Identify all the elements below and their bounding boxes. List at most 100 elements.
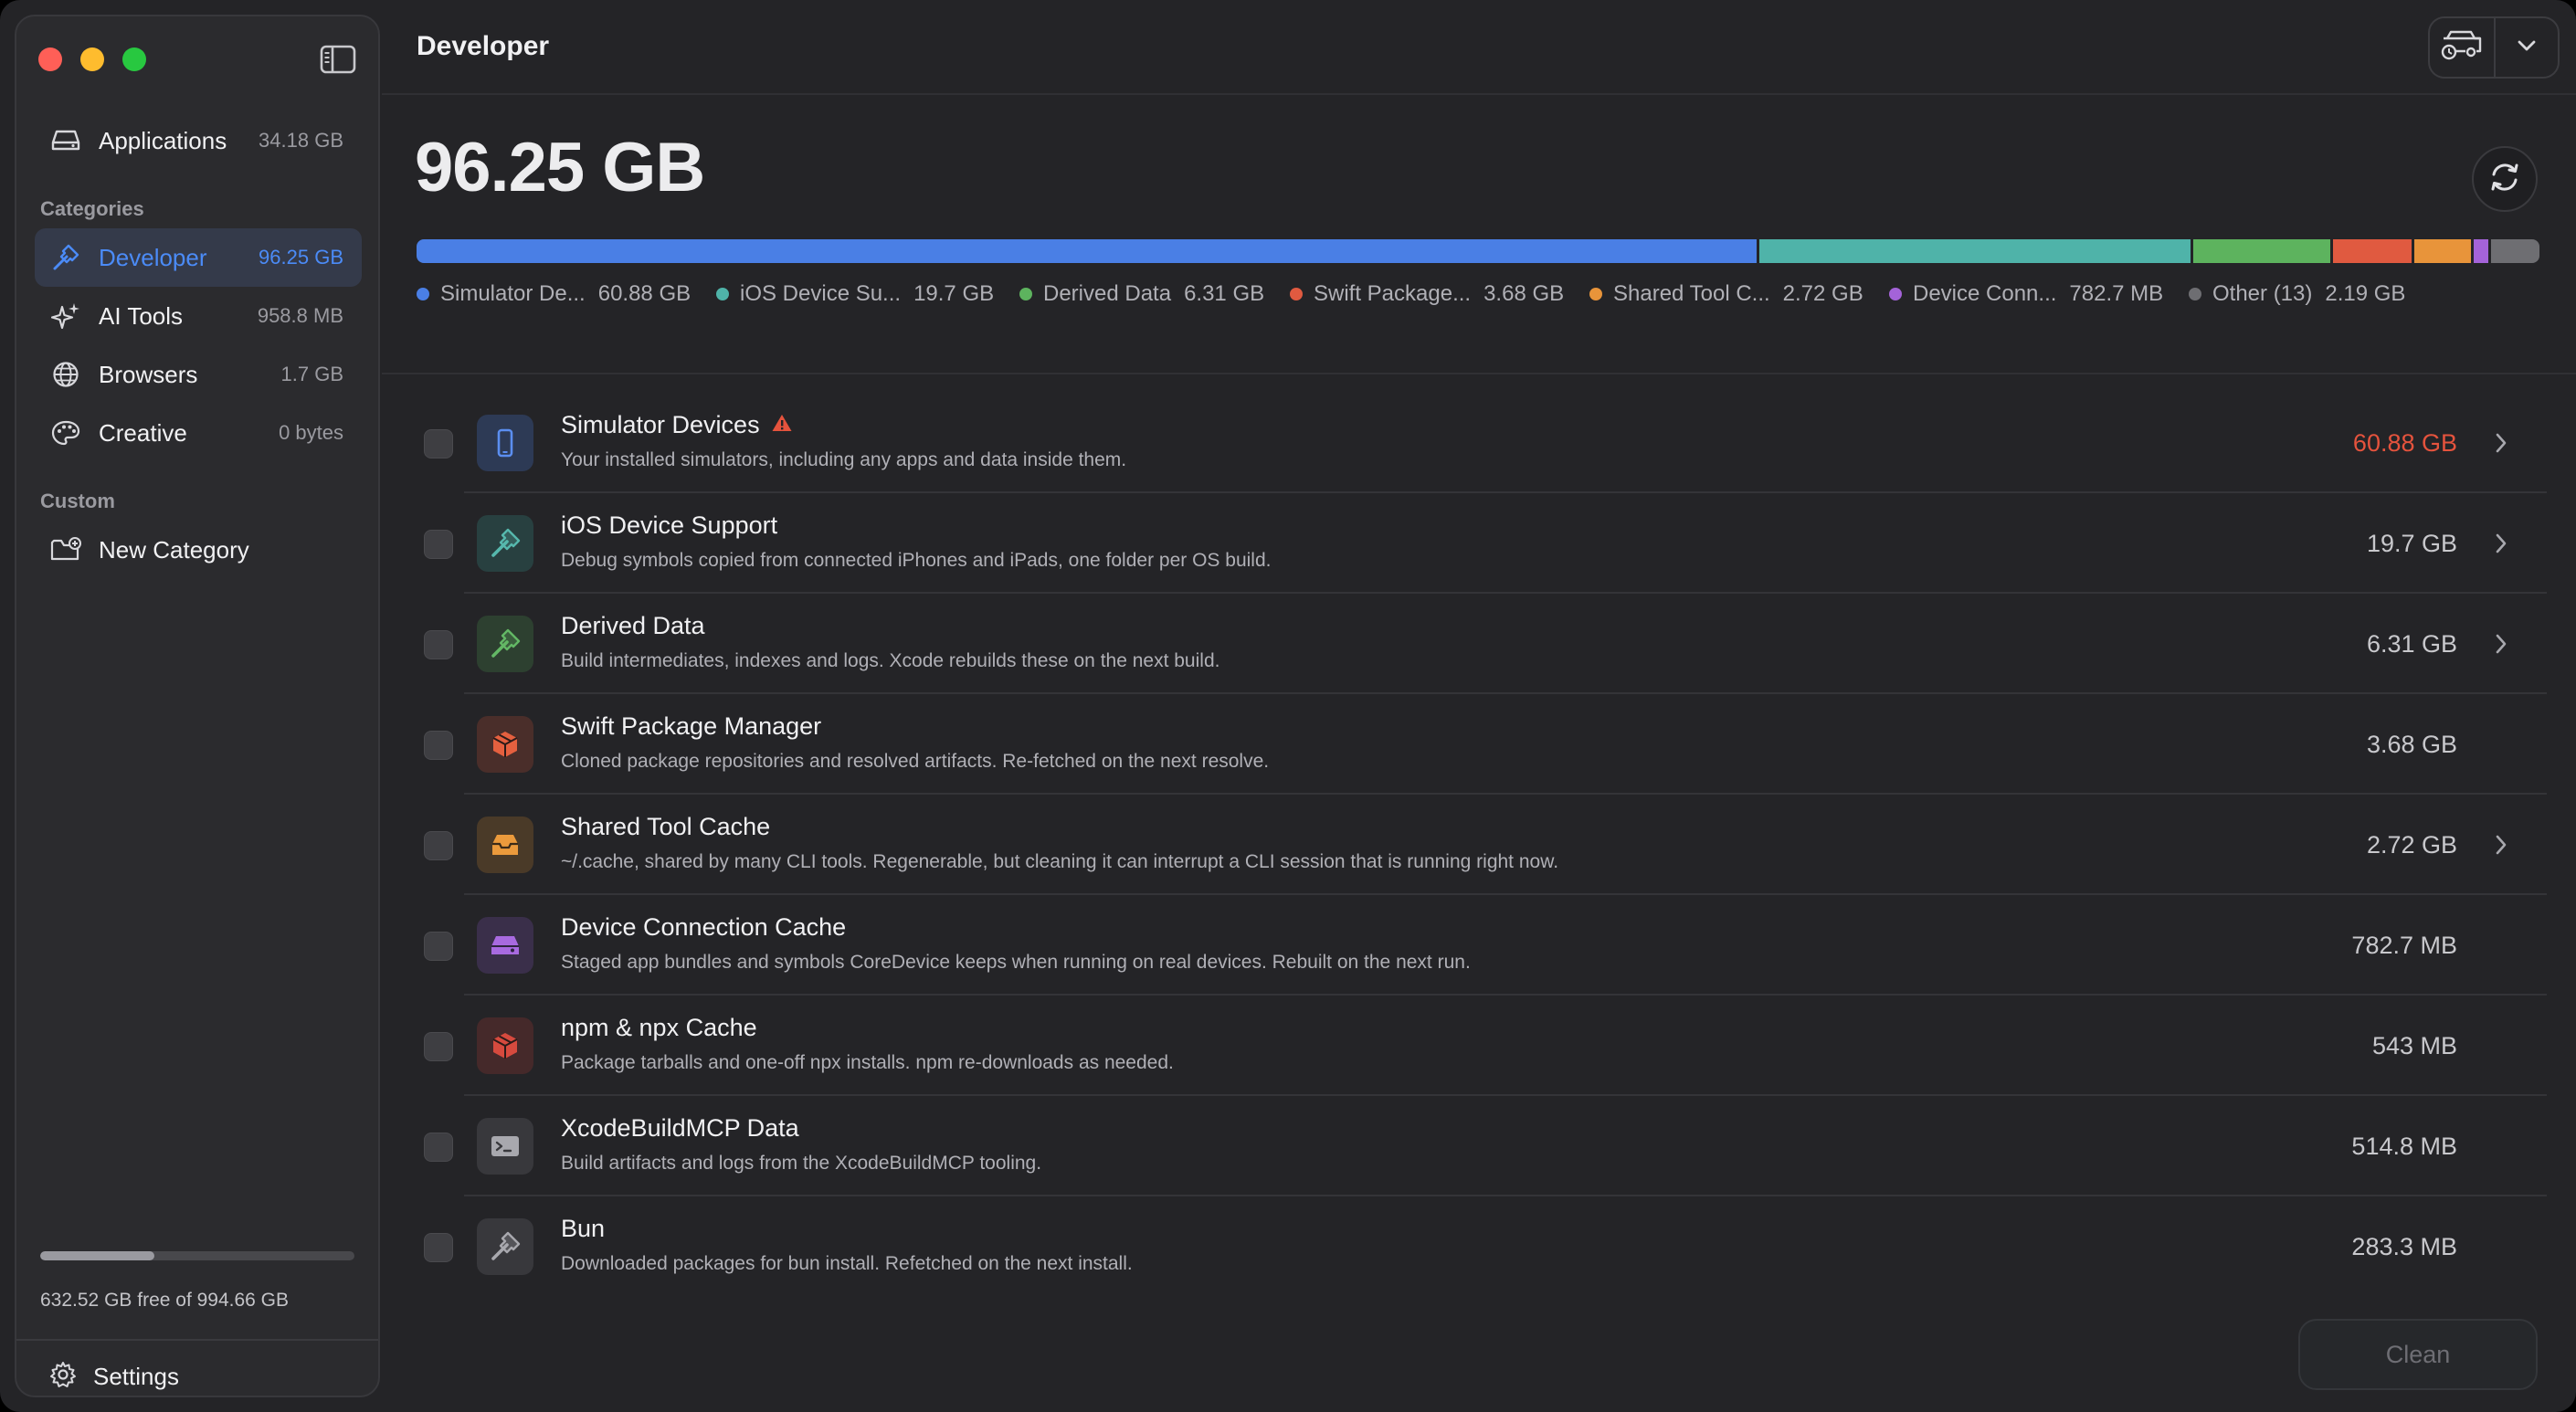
zoom-window-button[interactable]	[122, 47, 146, 71]
legend-value: 782.7 MB	[2069, 281, 2164, 306]
package-icon	[477, 716, 533, 773]
item-size: 514.8 MB	[2351, 1133, 2457, 1160]
legend-name: Derived Data	[1043, 281, 1172, 306]
item-checkbox[interactable]	[424, 530, 453, 559]
page-title: Developer	[417, 31, 550, 61]
item-title: Simulator Devices	[561, 411, 793, 439]
breakdown-segment	[2413, 239, 2475, 263]
sidebar-item-label: AI Tools	[99, 301, 184, 330]
item-description: Your installed simulators, including any…	[561, 449, 1127, 470]
item-title-text: Shared Tool Cache	[561, 813, 771, 840]
legend-name: Device Conn...	[1913, 281, 2057, 306]
chevron-right-icon[interactable]	[2492, 528, 2510, 559]
legend-item: Other (13) 2.19 GB	[2189, 281, 2405, 307]
item-checkbox[interactable]	[424, 1133, 453, 1162]
legend-color-dot	[417, 288, 429, 300]
legend-name: Swift Package...	[1314, 281, 1472, 306]
legend-name: Simulator De...	[440, 281, 586, 306]
item-size: 6.31 GB	[2366, 630, 2457, 658]
settings-button[interactable]: Settings	[49, 1361, 179, 1393]
list-item[interactable]: Derived Data Build intermediates, indexes…	[409, 594, 2547, 694]
breakdown-segment	[1758, 239, 2194, 263]
sidebar-item-applications[interactable]: Applications 34.18 GB	[35, 111, 362, 170]
item-size: 19.7 GB	[2366, 530, 2457, 557]
sidebar-item-ai-tools[interactable]: AI Tools 958.8 MB	[35, 287, 362, 345]
disk-usage-bar	[40, 1251, 354, 1260]
hammer-icon	[477, 1218, 533, 1275]
item-description: Downloaded packages for bun install. Ref…	[561, 1253, 1133, 1274]
categories-section-label: Categories	[40, 197, 144, 220]
toolbar-segmented-control	[2428, 16, 2560, 79]
hammer-icon	[49, 241, 82, 274]
item-description: ~/.cache, shared by many CLI tools. Rege…	[561, 851, 1559, 872]
chevron-right-icon[interactable]	[2492, 628, 2510, 659]
disk-usage-fill	[40, 1251, 155, 1260]
refresh-button[interactable]	[2472, 146, 2538, 212]
sidebar: Applications 34.18 GB Categories Develop…	[15, 15, 380, 1397]
list-item[interactable]: iOS Device Support Debug symbols copied f…	[409, 493, 2547, 594]
close-window-button[interactable]	[38, 47, 62, 71]
item-description: Debug symbols copied from connected iPho…	[561, 550, 1272, 571]
tray-icon	[477, 817, 533, 873]
sidebar-item-size: 96.25 GB	[259, 246, 343, 269]
item-title-text: Device Connection Cache	[561, 913, 847, 941]
legend-item: iOS Device Su... 19.7 GB	[716, 281, 994, 307]
item-description: Build intermediates, indexes and logs. X…	[561, 650, 1220, 671]
legend-color-dot	[1589, 288, 1602, 300]
item-description: Staged app bundles and symbols CoreDevic…	[561, 952, 1471, 973]
drive-icon	[477, 917, 533, 974]
mode-menu-button[interactable]	[2496, 18, 2558, 77]
minimize-window-button[interactable]	[80, 47, 104, 71]
gear-icon	[49, 1361, 77, 1393]
iphone-icon	[477, 415, 533, 471]
legend-color-dot	[1889, 288, 1902, 300]
sidebar-toggle-icon[interactable]	[320, 44, 356, 75]
item-title: Derived Data	[561, 612, 705, 640]
item-checkbox[interactable]	[424, 630, 453, 659]
list-item[interactable]: Device Connection Cache Staged app bundle…	[409, 895, 2547, 996]
breakdown-segment	[2193, 239, 2333, 263]
main-content: Developer 96.25 GB Simulator De... 60.88 …	[382, 0, 2576, 1412]
list-item[interactable]: Simulator Devices Your installed simulato…	[409, 393, 2547, 493]
legend-value: 60.88 GB	[597, 281, 692, 306]
item-title-text: iOS Device Support	[561, 511, 778, 539]
chevron-right-icon[interactable]	[2492, 427, 2510, 458]
item-title: Swift Package Manager	[561, 712, 821, 741]
item-checkbox[interactable]	[424, 1233, 453, 1262]
clean-button[interactable]: Clean	[2298, 1319, 2538, 1390]
sparkles-icon	[49, 300, 82, 332]
sidebar-item-label: Applications	[99, 126, 227, 154]
chevron-right-icon[interactable]	[2492, 829, 2510, 860]
breakdown-segment	[417, 239, 1759, 263]
legend-item: Simulator De... 60.88 GB	[417, 281, 691, 307]
item-checkbox[interactable]	[424, 932, 453, 961]
item-checkbox[interactable]	[424, 831, 453, 860]
item-description: Build artifacts and logs from the XcodeB…	[561, 1153, 1042, 1174]
sidebar-item-developer[interactable]: Developer 96.25 GB	[35, 228, 362, 287]
terminal-icon	[477, 1118, 533, 1175]
legend-name: Shared Tool C...	[1613, 281, 1770, 306]
sidebar-item-size: 1.7 GB	[280, 363, 343, 385]
list-item[interactable]: npm & npx Cache Package tarballs and one-…	[409, 996, 2547, 1096]
disk-free-text: 632.52 GB free of 994.66 GB	[40, 1290, 290, 1311]
item-checkbox[interactable]	[424, 731, 453, 760]
item-checkbox[interactable]	[424, 429, 453, 458]
list-item[interactable]: Shared Tool Cache ~/.cache, shared by man…	[409, 795, 2547, 895]
warning-icon	[771, 411, 793, 439]
folder-plus-icon	[49, 533, 82, 566]
hard-drive-icon	[49, 124, 82, 157]
legend-name: iOS Device Su...	[740, 281, 902, 306]
legend-item: Shared Tool C... 2.72 GB	[1589, 281, 1863, 307]
item-checkbox[interactable]	[424, 1032, 453, 1061]
item-size: 2.72 GB	[2366, 831, 2457, 859]
sidebar-item-browsers[interactable]: Browsers 1.7 GB	[35, 345, 362, 404]
sidebar-item-creative[interactable]: Creative 0 bytes	[35, 404, 362, 462]
list-item[interactable]: XcodeBuildMCP Data Build artifacts and lo…	[409, 1096, 2547, 1196]
item-size: 3.68 GB	[2366, 731, 2457, 758]
cleanup-mode-button[interactable]	[2430, 18, 2496, 77]
list-item[interactable]: Swift Package Manager Cloned package repo…	[409, 694, 2547, 795]
list-item[interactable]: Bun Downloaded packages for bun install. …	[409, 1196, 2547, 1297]
new-category-button[interactable]: New Category	[35, 521, 362, 579]
item-title-text: Bun	[561, 1215, 606, 1242]
custom-section-label: Custom	[40, 490, 115, 512]
